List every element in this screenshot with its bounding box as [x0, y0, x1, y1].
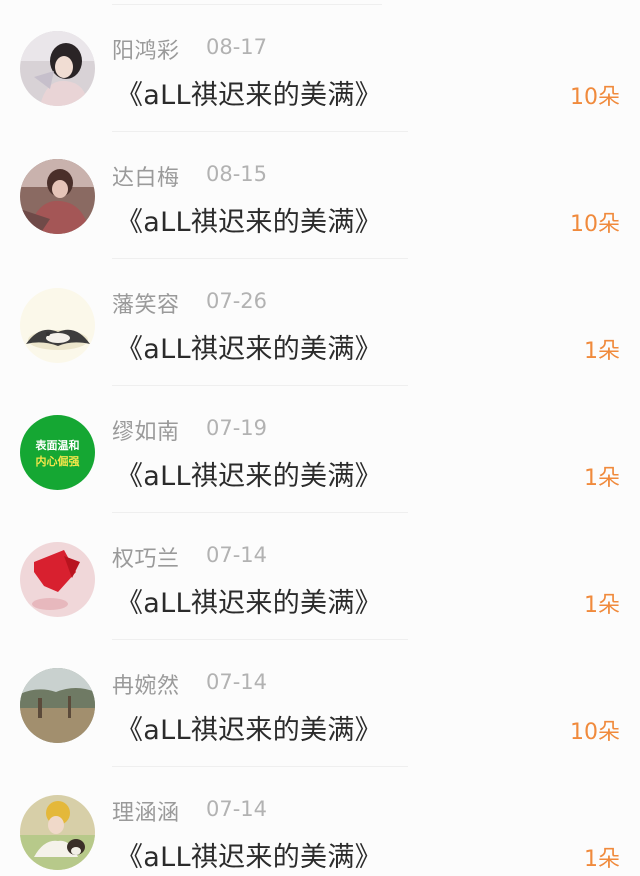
flower-count: 1朵 [584, 466, 620, 491]
user-photo-avatar [20, 159, 95, 234]
flower-count: 1朵 [584, 847, 620, 872]
user-name: 缪如南 [112, 420, 180, 445]
date: 07-14 [206, 797, 268, 821]
date: 07-19 [206, 416, 268, 440]
list-item[interactable]: 理涵涵 07-14 《aLL祺迟来的美满》 1朵 [0, 762, 640, 876]
list-item[interactable]: 权巧兰 07-14 《aLL祺迟来的美满》 1朵 [0, 508, 640, 640]
gift-list: 阳鸿彩 08-17 《aLL祺迟来的美满》 10朵 达白梅 08-15 《aLL… [0, 0, 640, 876]
avatar[interactable] [20, 31, 95, 106]
book-title[interactable]: 《aLL祺迟来的美满》 [116, 200, 382, 239]
avatar[interactable]: 表面温和 内心倔强 [20, 415, 95, 490]
green-text-avatar: 表面温和 内心倔强 [20, 415, 95, 490]
avatar[interactable] [20, 159, 95, 234]
date: 08-15 [206, 162, 268, 186]
flower-count: 10朵 [570, 720, 620, 745]
red-pink-avatar [20, 542, 95, 617]
user-name: 冉婉然 [112, 674, 180, 699]
book-title[interactable]: 《aLL祺迟来的美满》 [116, 327, 382, 366]
avatar[interactable] [20, 668, 95, 743]
landscape-avatar [20, 668, 95, 743]
list-item[interactable]: 藩笑容 07-26 《aLL祺迟来的美满》 1朵 [0, 254, 640, 386]
user-name: 理涵涵 [112, 801, 180, 826]
avatar[interactable] [20, 795, 95, 870]
user-name: 权巧兰 [112, 547, 180, 572]
date: 07-14 [206, 543, 268, 567]
list-item[interactable]: 达白梅 08-15 《aLL祺迟来的美满》 10朵 [0, 127, 640, 259]
list-item[interactable]: 阳鸿彩 08-17 《aLL祺迟来的美满》 10朵 [0, 0, 640, 132]
date: 07-26 [206, 289, 268, 313]
user-name: 阳鸿彩 [112, 39, 180, 64]
list-item[interactable]: 表面温和 内心倔强 缪如南 07-19 《aLL祺迟来的美满》 1朵 [0, 381, 640, 513]
book-title[interactable]: 《aLL祺迟来的美满》 [116, 454, 382, 493]
book-title[interactable]: 《aLL祺迟来的美满》 [116, 835, 382, 874]
book-title[interactable]: 《aLL祺迟来的美满》 [116, 73, 382, 112]
list-item[interactable]: 冉婉然 07-14 《aLL祺迟来的美满》 10朵 [0, 635, 640, 767]
user-name: 达白梅 [112, 166, 180, 191]
flower-count: 1朵 [584, 339, 620, 364]
avatar-text-line1: 表面温和 [35, 438, 80, 452]
date: 08-17 [206, 35, 268, 59]
cartoon-animal-avatar [20, 288, 95, 363]
date: 07-14 [206, 670, 268, 694]
book-title[interactable]: 《aLL祺迟来的美满》 [116, 708, 382, 747]
flower-count: 10朵 [570, 85, 620, 110]
user-name: 藩笑容 [112, 293, 180, 318]
avatar[interactable] [20, 542, 95, 617]
user-photo-girl-avatar [20, 31, 95, 106]
dog-photo-avatar [20, 795, 95, 870]
flower-count: 1朵 [584, 593, 620, 618]
avatar[interactable] [20, 288, 95, 363]
avatar-text-line2: 内心倔强 [36, 454, 80, 468]
book-title[interactable]: 《aLL祺迟来的美满》 [116, 581, 382, 620]
flower-count: 10朵 [570, 212, 620, 237]
